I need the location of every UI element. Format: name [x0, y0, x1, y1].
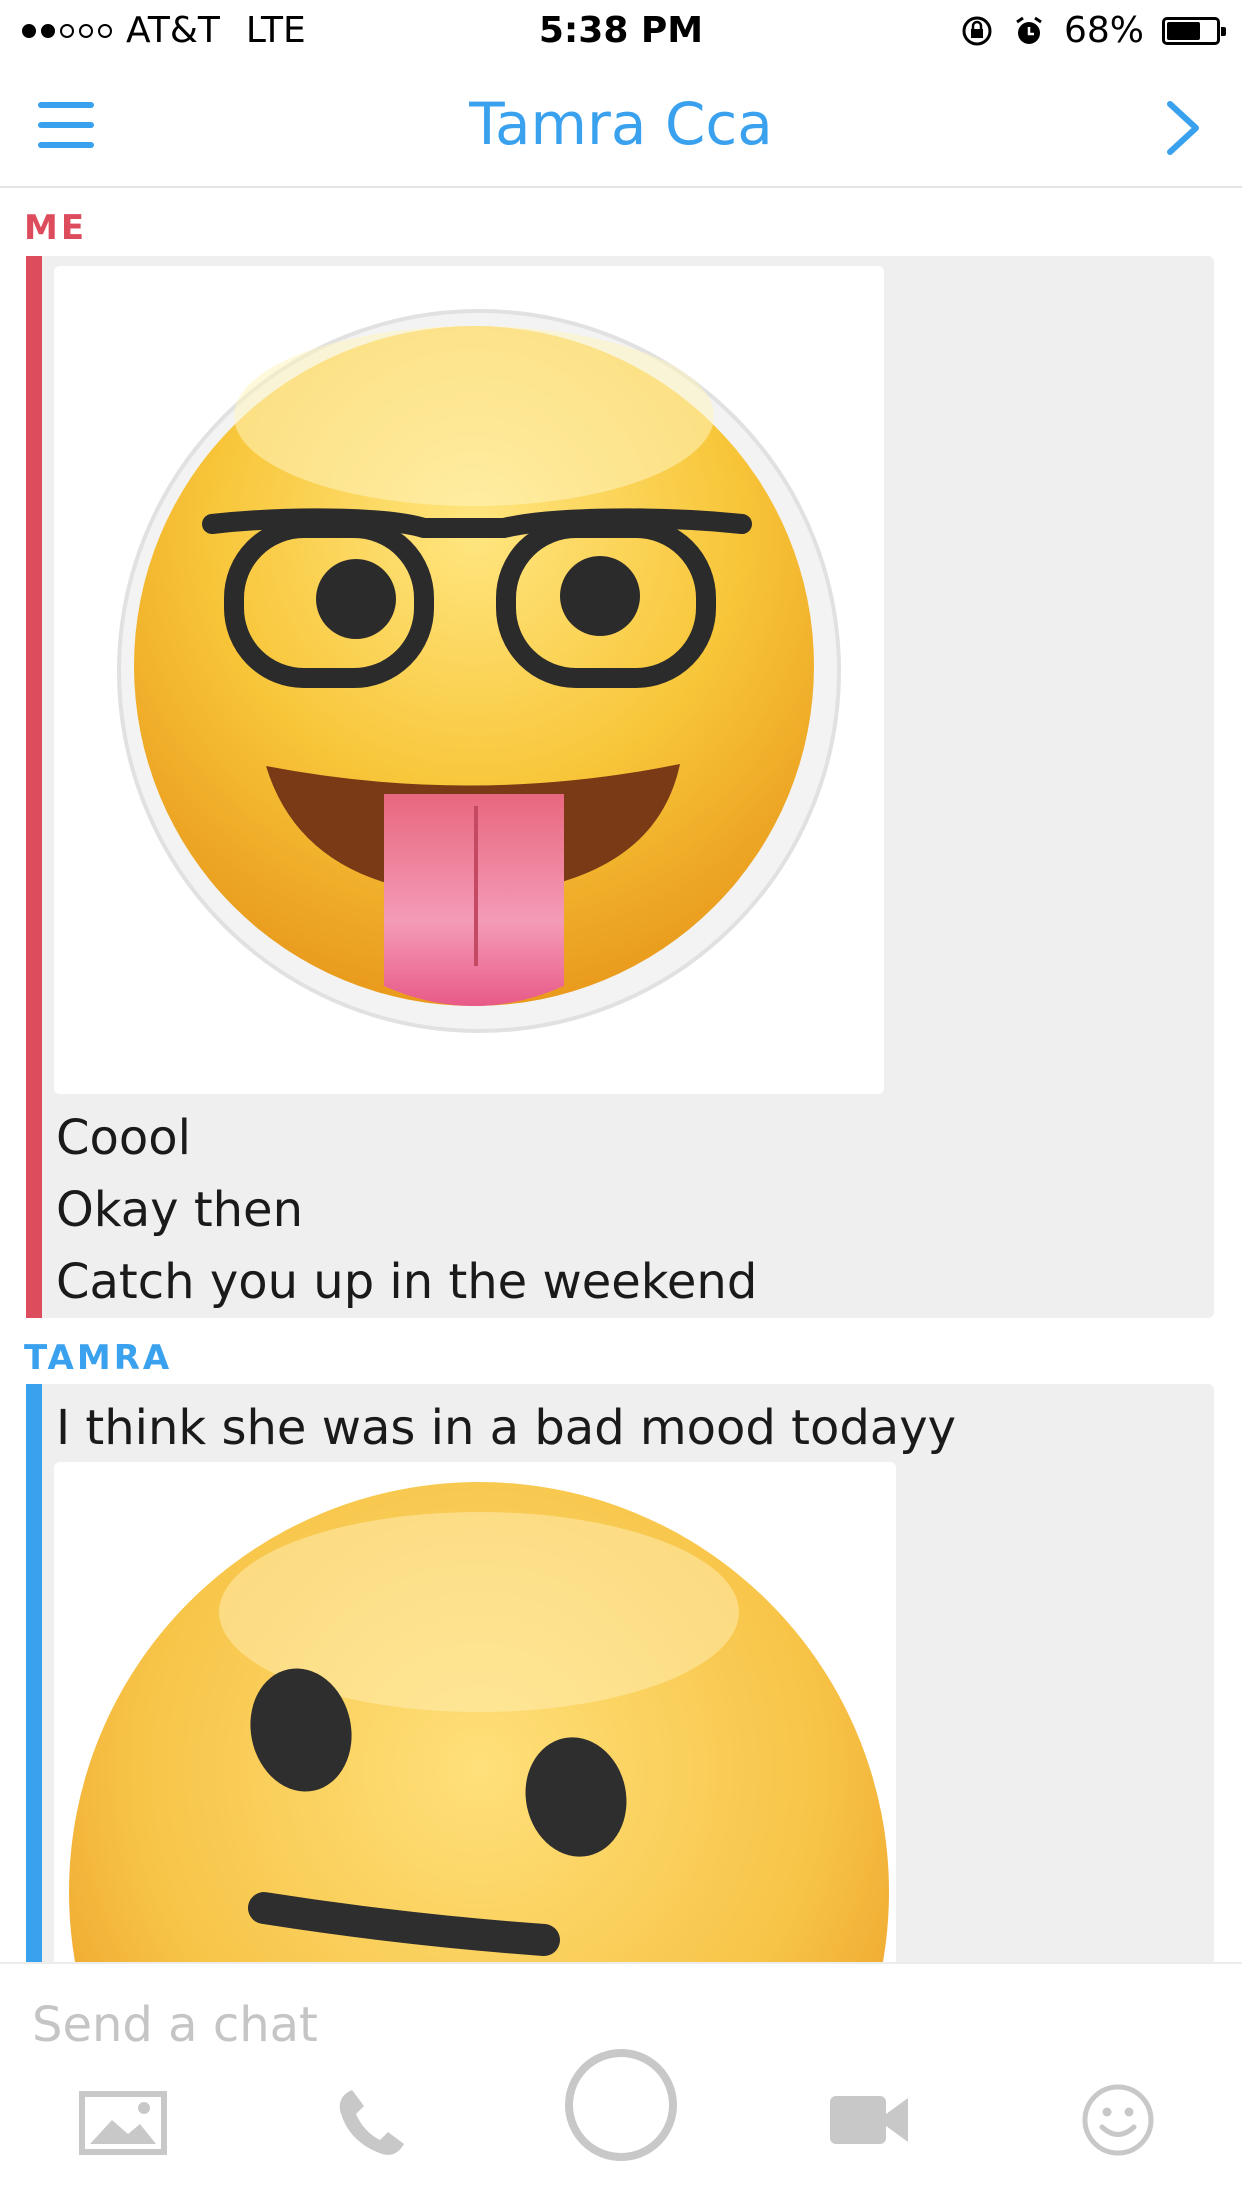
nerd-face-tongue-icon: [117, 309, 841, 1033]
sender-label-me: ME: [24, 208, 88, 248]
alarm-icon: [1016, 16, 1042, 44]
capture-circle-icon[interactable]: [562, 2046, 680, 2164]
message-text: I think she was in a bad mood todayy: [56, 1400, 957, 1456]
phone-icon[interactable]: [334, 2084, 410, 2160]
sender-bar-tamra: [26, 1384, 42, 1962]
message-text: Catch you up in the weekend: [56, 1254, 758, 1310]
message-group-me: Coool Okay then Catch you up in the week…: [26, 256, 1214, 1318]
message-group-tamra: I think she was in a bad mood todayy: [26, 1384, 1214, 1962]
status-bar: AT&T LTE 5:38 PM 68%: [0, 0, 1242, 62]
chat-toolbar: [0, 2049, 1242, 2196]
status-right: 68%: [960, 10, 1226, 51]
chat-header: Tamra Cca: [0, 62, 1242, 188]
nerd-face-tongue-sticker[interactable]: [54, 266, 884, 1094]
chat-title: Tamra Cca: [469, 90, 773, 158]
message-text: Okay then: [56, 1182, 304, 1238]
chat-thread[interactable]: ME Coool Okay then Catch you up in the w…: [0, 188, 1242, 1962]
battery-icon: [1162, 16, 1226, 45]
smiley-icon[interactable]: [1080, 2082, 1156, 2158]
chevron-right-icon[interactable]: [1160, 98, 1206, 158]
battery-percent: 68%: [1063, 10, 1144, 51]
video-icon[interactable]: [828, 2090, 910, 2150]
smirk-face-icon: [69, 1482, 889, 1962]
sender-bar-me: [26, 256, 42, 1318]
sender-label-tamra: TAMRA: [24, 1338, 173, 1378]
chat-input-bar: [0, 1962, 1242, 2208]
message-text: Coool: [56, 1110, 191, 1166]
image-icon[interactable]: [78, 2090, 168, 2156]
rotation-lock-icon: [962, 16, 992, 45]
smirk-face-sticker[interactable]: [54, 1462, 896, 1962]
